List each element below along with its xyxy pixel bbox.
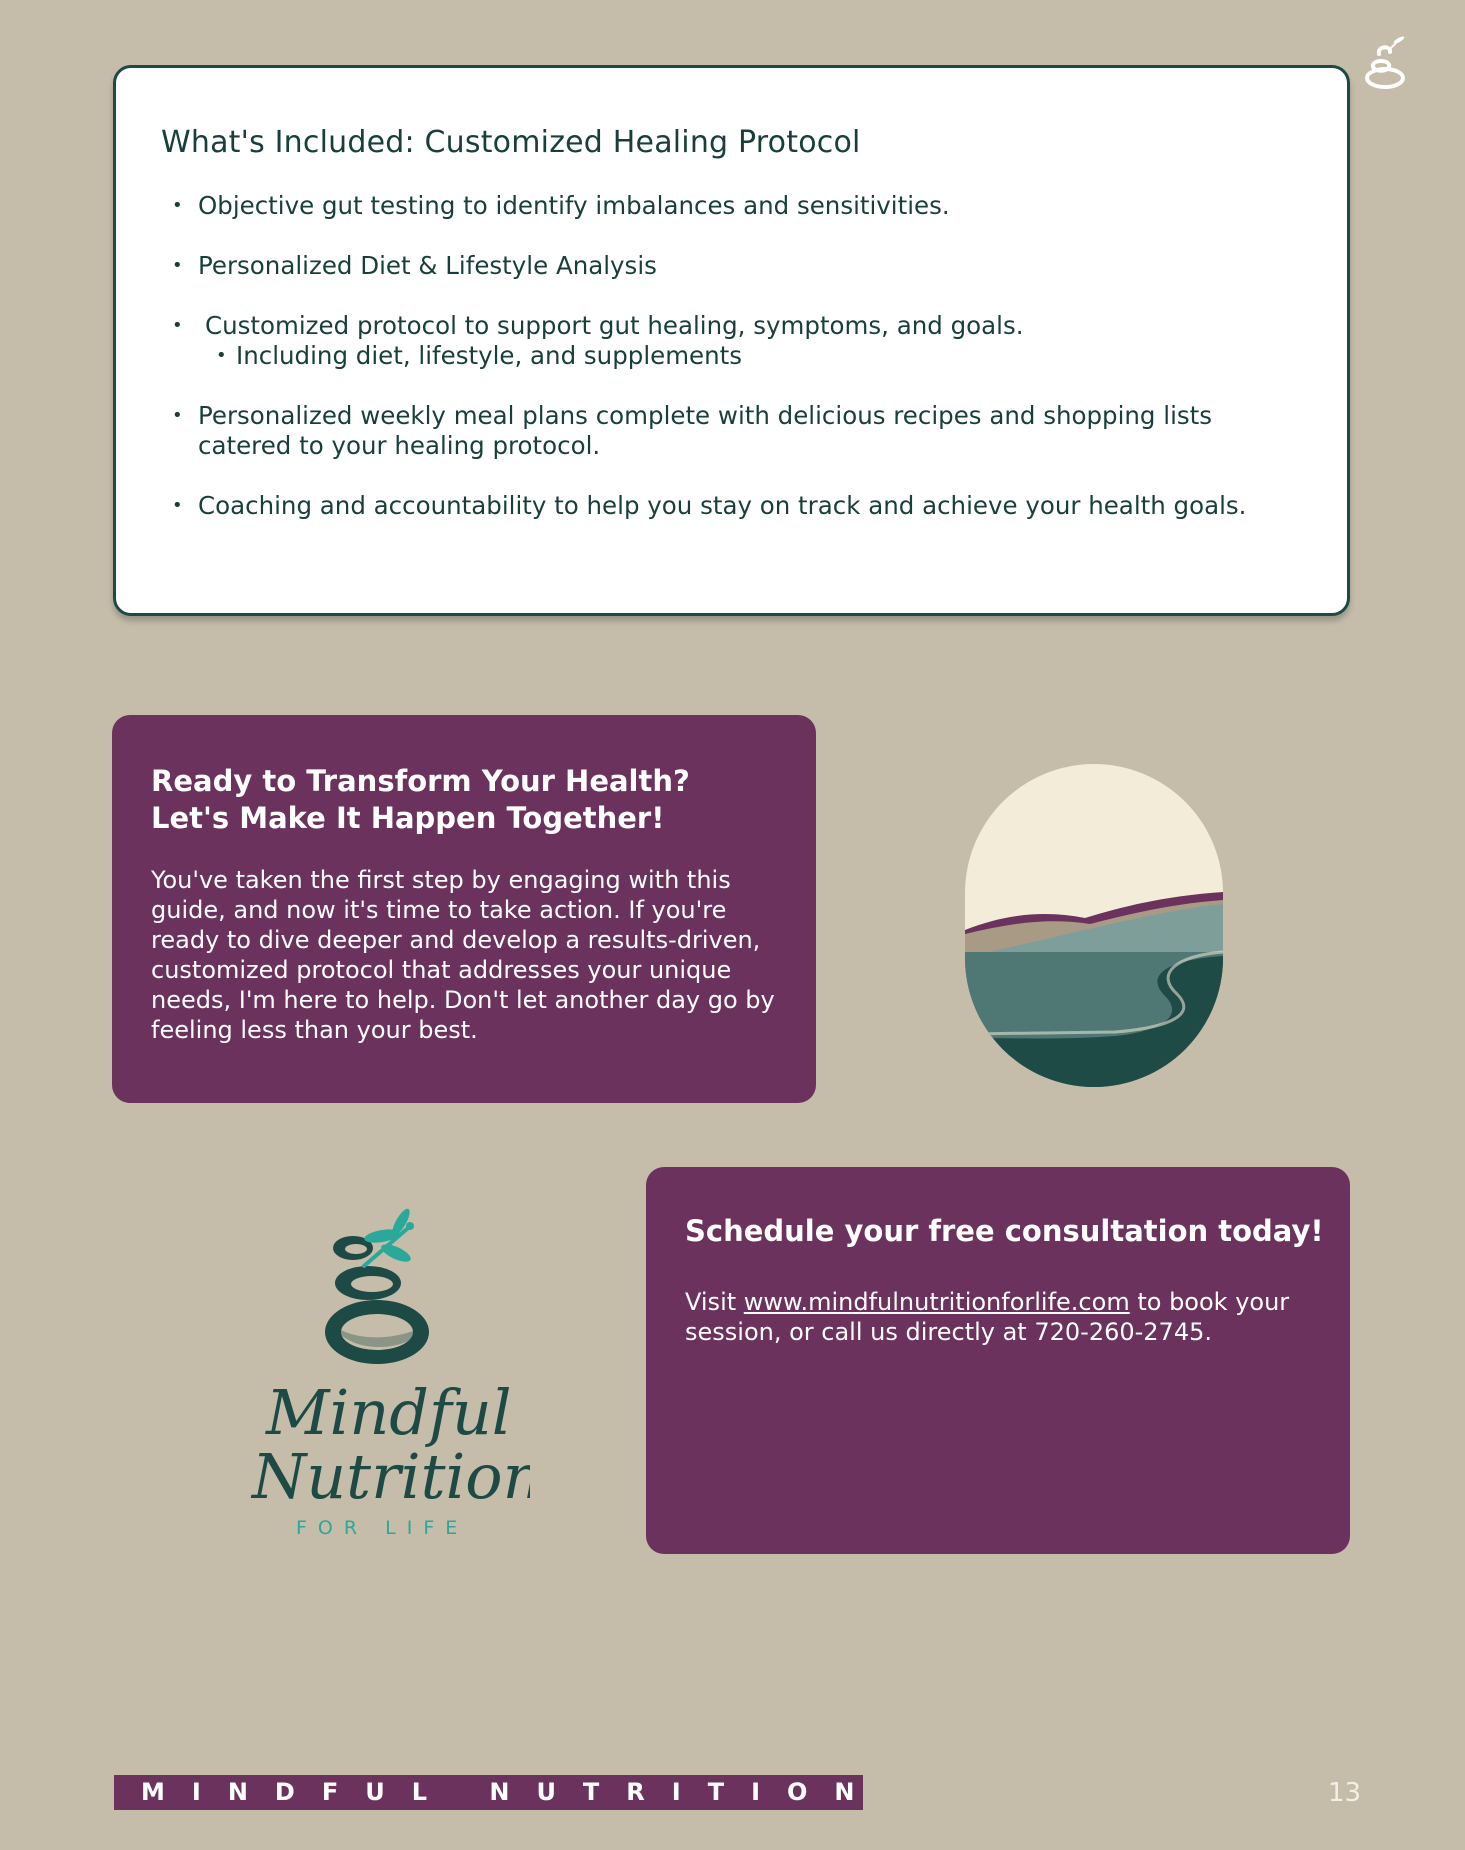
included-title: What's Included: Customized Healing Prot…: [161, 125, 861, 160]
list-item: Objective gut testing to identify imbala…: [161, 191, 1311, 221]
sub-list-item: Including diet, lifestyle, and supplemen…: [205, 341, 1311, 371]
footer-bar: MINDFUL NUTRITION: [114, 1775, 863, 1810]
brand-line1: Mindful: [265, 1376, 512, 1449]
included-list: Objective gut testing to identify imbala…: [161, 191, 1311, 551]
brand-logo: Mindful Nutrition FOR LIFE: [240, 1208, 543, 1543]
corner-logo-icon: [1365, 36, 1405, 89]
schedule-body: Visit www.mindfulnutritionforlife.com to…: [685, 1288, 1290, 1346]
transform-body: You've taken the first step by engaging …: [151, 866, 775, 1044]
list-item: Personalized weekly meal plans complete …: [161, 401, 1311, 461]
website-link[interactable]: www.mindfulnutritionforlife.com: [744, 1288, 1130, 1316]
sub-list: Including diet, lifestyle, and supplemen…: [205, 341, 1311, 371]
landscape-illustration: [965, 764, 1223, 1087]
schedule-heading: Schedule your free consultation today!: [685, 1214, 1324, 1248]
transform-card: Ready to Transform Your Health? Let's Ma…: [112, 715, 816, 1103]
transform-heading: Ready to Transform Your Health? Let's Ma…: [151, 764, 690, 835]
page-number: 13: [1328, 1778, 1362, 1808]
list-item: Personalized Diet & Lifestyle Analysis: [161, 251, 1311, 281]
brand-tagline: FOR LIFE: [296, 1517, 468, 1539]
brand-line2: Nutrition: [250, 1440, 530, 1513]
logo-mark: Mindful Nutrition FOR LIFE: [250, 1208, 543, 1539]
schedule-card: Schedule your free consultation today! V…: [646, 1167, 1350, 1554]
list-item: Coaching and accountability to help you …: [161, 491, 1311, 521]
list-item: Customized protocol to support gut heali…: [161, 311, 1311, 371]
included-card: What's Included: Customized Healing Prot…: [113, 65, 1350, 616]
